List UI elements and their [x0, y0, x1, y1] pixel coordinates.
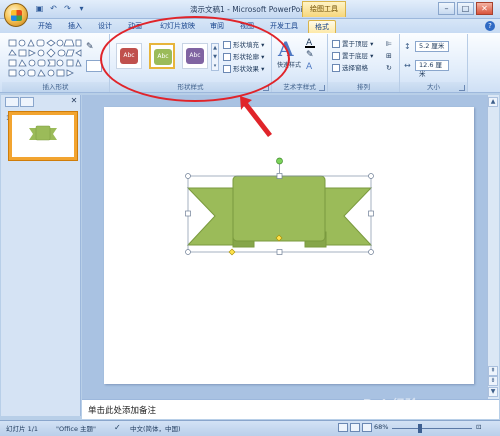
annotation-arrow-icon — [240, 96, 272, 137]
send-back-icon — [332, 52, 340, 60]
fit-to-window-icon[interactable]: ⊡ — [476, 423, 481, 431]
prev-slide-icon[interactable]: ⇞ — [488, 366, 498, 376]
selection-handle — [185, 249, 191, 255]
width-icon: ↔ — [404, 61, 411, 70]
group-arrange: 置于顶层 ▾ 置于底层 ▾ 选择窗格 ⊫ ⊞ ↻ 排列 — [328, 34, 400, 92]
text-outline-icon[interactable]: ✎ — [306, 50, 314, 60]
group-objects-icon[interactable]: ⊞ — [386, 52, 392, 60]
office-button[interactable] — [4, 3, 28, 27]
group-size: ↕ 5.2 厘米 ↔ 12.6 厘米 大小 — [400, 34, 468, 92]
group-label-size: 大小 — [400, 82, 467, 92]
rotate-icon[interactable]: ↻ — [386, 64, 392, 72]
pane-close-icon[interactable]: ✕ — [69, 96, 79, 106]
bring-front-label: 置于顶层 — [342, 40, 368, 48]
send-back-label: 置于底层 — [342, 52, 368, 60]
ribbon-banner-shape[interactable] — [104, 107, 474, 384]
selection-pane-label: 选择窗格 — [342, 64, 368, 72]
banner-center — [232, 175, 326, 242]
vertical-scrollbar[interactable] — [487, 95, 499, 399]
bring-to-front-button[interactable]: 置于顶层 ▾ — [332, 39, 373, 50]
next-slide-icon[interactable]: ⇟ — [488, 376, 498, 386]
tab-format[interactable]: 格式 — [308, 20, 336, 33]
dialog-launcher-icon[interactable] — [459, 85, 465, 91]
shape-height-input[interactable]: 5.2 厘米 — [415, 41, 449, 52]
selection-handle — [185, 173, 191, 179]
shapes-gallery-icons — [8, 39, 82, 77]
close-button[interactable]: ✕ — [476, 2, 493, 15]
rotate-handle — [276, 157, 283, 165]
selection-handle — [276, 249, 283, 255]
tab-home[interactable]: 开始 — [32, 20, 58, 33]
selection-pane-icon — [332, 64, 340, 72]
send-to-back-button[interactable]: 置于底层 ▾ — [332, 51, 373, 62]
thumbnail-ribbon-shape — [29, 125, 57, 141]
group-label-arrange: 排列 — [328, 82, 399, 92]
zoom-slider-track[interactable] — [392, 428, 472, 429]
align-icon[interactable]: ⊫ — [386, 40, 392, 48]
dialog-launcher-icon[interactable] — [319, 85, 325, 91]
slide-thumbnail[interactable] — [9, 112, 77, 160]
zoom-slider-thumb[interactable] — [418, 424, 422, 433]
scroll-up-icon[interactable]: ▲ — [488, 97, 498, 107]
undo-icon[interactable]: ↶ — [48, 3, 59, 14]
group-label-insert-shapes: 插入形状 — [2, 82, 109, 92]
redo-icon[interactable]: ↷ — [62, 3, 73, 14]
language-status[interactable]: 中文(简体，中国) — [130, 423, 181, 433]
slide-count-status: 幻灯片 1/1 — [6, 425, 39, 433]
watermark: Bai 经验 — [362, 398, 416, 413]
customize-qat-icon[interactable]: ▾ — [76, 3, 87, 14]
selection-handle — [276, 173, 283, 179]
selection-handle — [368, 210, 374, 217]
slides-tab[interactable] — [5, 97, 19, 107]
scroll-down-icon[interactable]: ▼ — [488, 387, 498, 397]
edit-shape-icon[interactable]: ✎ — [86, 42, 102, 54]
minimize-button[interactable]: – — [438, 2, 455, 15]
tab-design[interactable]: 设计 — [92, 20, 118, 33]
text-fill-color-bar — [305, 46, 315, 48]
spellcheck-icon[interactable]: ✓ — [114, 423, 121, 432]
selection-pane-button[interactable]: 选择窗格 — [332, 63, 368, 74]
bring-front-icon — [332, 40, 340, 48]
annotation-ellipse — [100, 16, 290, 102]
help-icon[interactable]: ? — [485, 21, 495, 31]
slideshow-view-icon[interactable] — [362, 423, 372, 432]
maximize-button[interactable]: □ — [457, 2, 474, 15]
zoom-level[interactable]: 68% — [374, 423, 388, 431]
slide-sorter-icon[interactable] — [350, 423, 360, 432]
notes-placeholder[interactable]: 单击此处添加备注 — [88, 404, 156, 416]
tab-developer[interactable]: 开发工具 — [264, 20, 304, 33]
outline-tab[interactable] — [20, 97, 34, 107]
shapes-gallery[interactable] — [8, 39, 82, 77]
save-icon[interactable]: ▣ — [34, 3, 45, 14]
tab-insert[interactable]: 插入 — [62, 20, 88, 33]
normal-view-icon[interactable] — [338, 423, 348, 432]
selection-handle — [368, 249, 374, 255]
shape-width-input[interactable]: 12.6 厘米 — [415, 60, 449, 78]
height-icon: ↕ — [404, 42, 411, 51]
group-insert-shapes: ✎ 插入形状 — [2, 34, 110, 92]
office-logo-icon — [11, 10, 22, 21]
text-effects-icon[interactable]: A — [306, 62, 312, 72]
drawing-tools-context-title: 绘图工具 — [302, 1, 346, 17]
theme-status[interactable]: "Office 主题" — [56, 423, 96, 433]
adjust-handle — [228, 248, 236, 256]
selection-handle — [185, 210, 191, 217]
selection-handle — [368, 173, 374, 179]
